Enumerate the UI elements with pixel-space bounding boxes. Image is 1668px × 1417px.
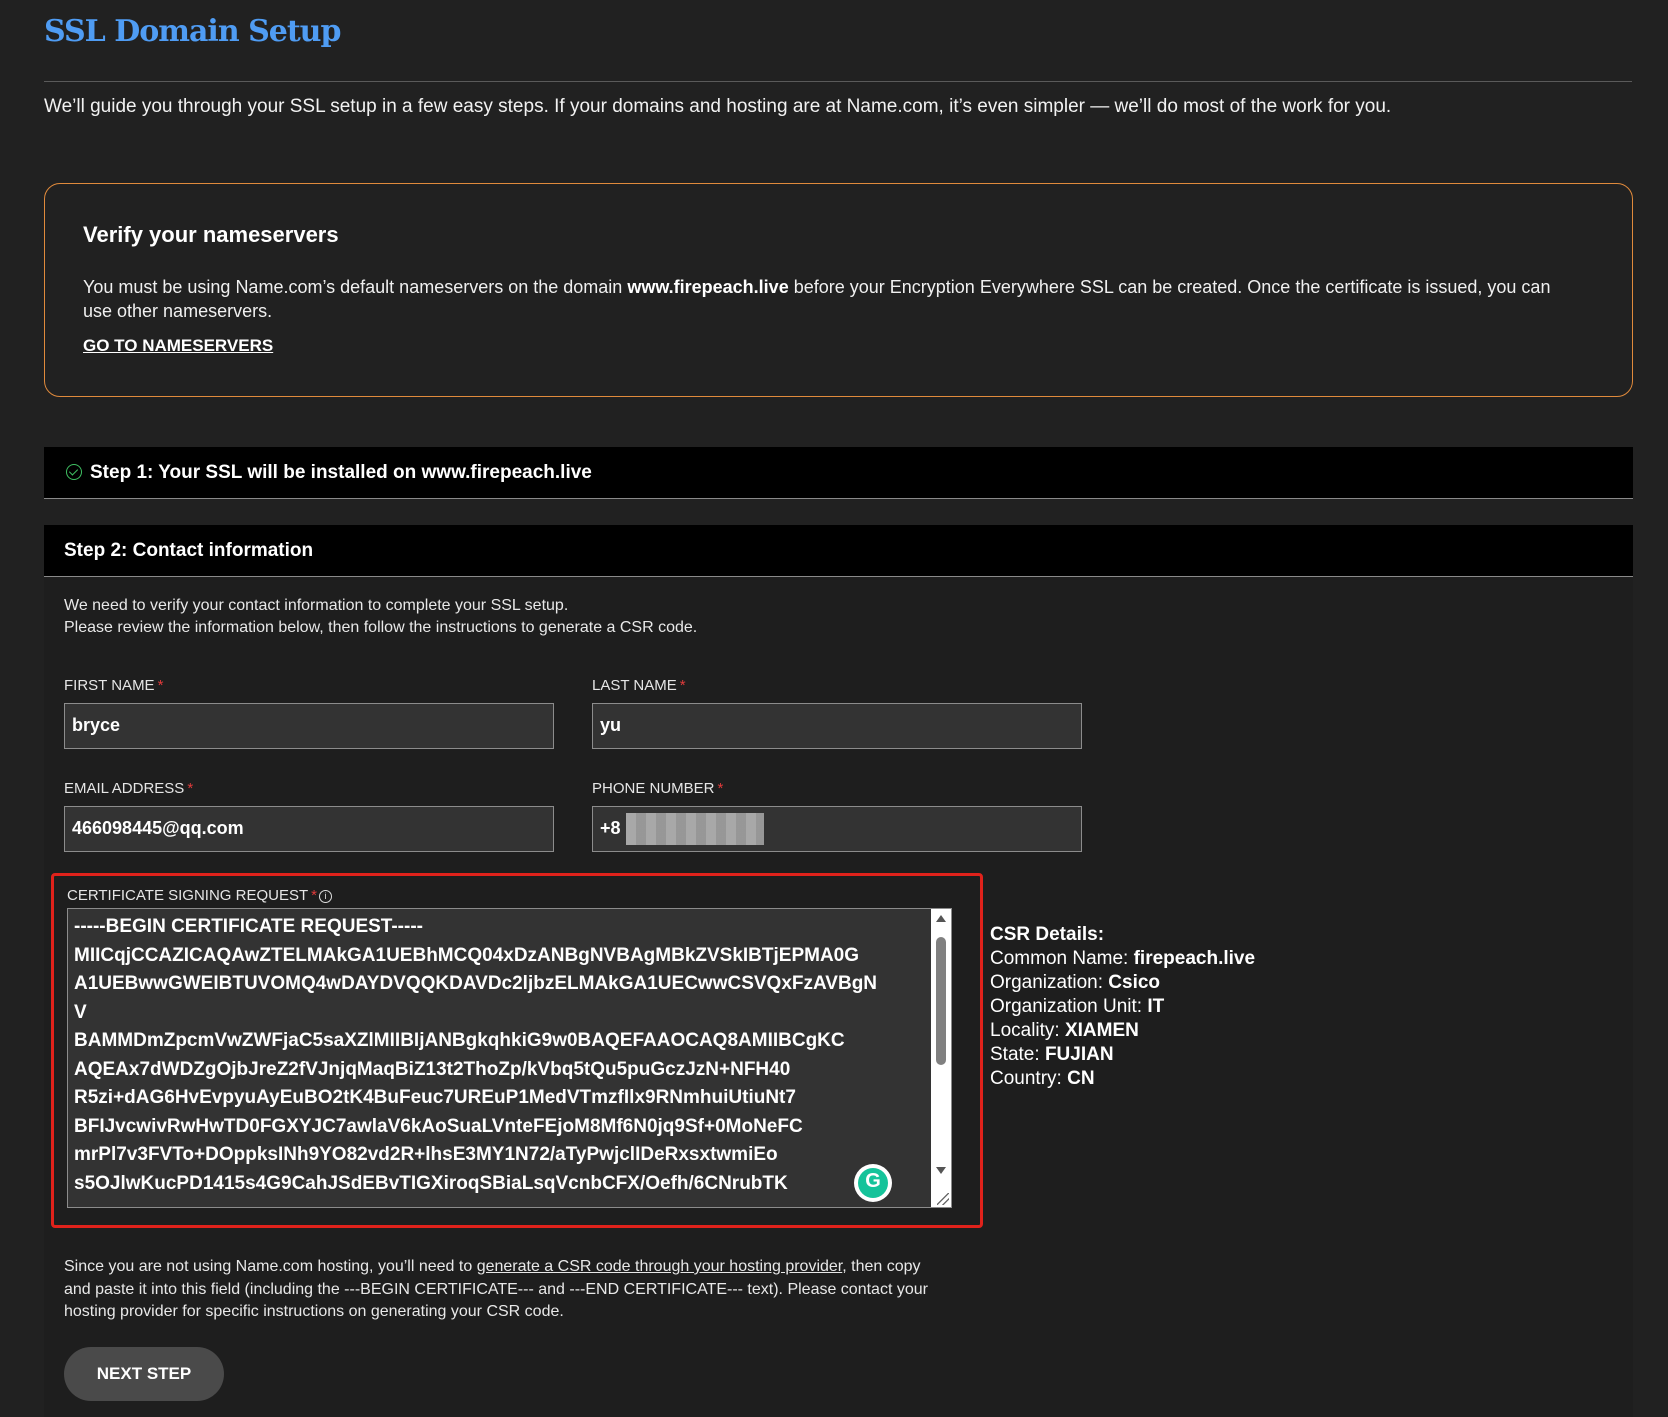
- go-to-nameservers-link[interactable]: GO TO NAMESERVERS: [83, 336, 273, 356]
- required-mark: *: [679, 677, 686, 694]
- nameserver-title: Verify your nameservers: [83, 222, 339, 247]
- intro-text: We’ll guide you through your SSL setup i…: [44, 96, 1392, 117]
- last-name-label-text: LAST NAME: [592, 677, 677, 694]
- csr-locality: Locality: XIAMEN: [990, 1019, 1255, 1043]
- csr-state-label: State:: [990, 1044, 1040, 1065]
- next-step-button[interactable]: NEXT STEP: [64, 1347, 224, 1401]
- nameserver-notice: Verify your nameservers You must be usin…: [44, 183, 1633, 397]
- csr-help-text: Since you are not using Name.com hosting…: [64, 1256, 944, 1324]
- csr-organization-unit-value: IT: [1147, 996, 1165, 1017]
- step1-header[interactable]: Step 1: Your SSL will be installed on ww…: [44, 447, 1633, 499]
- csr-details-heading: CSR Details:: [990, 924, 1105, 945]
- email-label: EMAIL ADDRESS *: [64, 780, 193, 797]
- csr-organization-unit-label: Organization Unit:: [990, 996, 1143, 1017]
- step2-description: We need to verify your contact informati…: [64, 595, 697, 639]
- required-mark: *: [157, 677, 164, 694]
- first-name-input[interactable]: bryce: [64, 703, 554, 749]
- csr-help-before: Since you are not using Name.com hosting…: [64, 1258, 477, 1275]
- step2-panel: Step 2: Contact information We need to v…: [44, 525, 1633, 1417]
- csr-common-name-value: firepeach.live: [1133, 948, 1256, 969]
- nameserver-domain: www.firepeach.live: [627, 277, 789, 297]
- scroll-down-arrow-icon[interactable]: [936, 1167, 946, 1174]
- nameserver-text-before: You must be using Name.com’s default nam…: [83, 277, 628, 297]
- grammarly-icon[interactable]: G: [854, 1164, 892, 1202]
- csr-scrollbar[interactable]: [931, 909, 951, 1207]
- email-input[interactable]: 466098445@qq.com: [64, 806, 554, 852]
- csr-text: -----BEGIN CERTIFICATE REQUEST----- MIIC…: [74, 916, 878, 1194]
- step1-label: Step 1: Your SSL will be installed on ww…: [90, 462, 592, 483]
- scroll-thumb[interactable]: [936, 937, 946, 1065]
- csr-country-label: Country:: [990, 1068, 1062, 1089]
- nameserver-text: You must be using Name.com’s default nam…: [83, 275, 1563, 323]
- grammarly-glyph: G: [865, 1170, 881, 1192]
- csr-locality-value: XIAMEN: [1064, 1020, 1139, 1041]
- required-mark: *: [311, 887, 317, 904]
- scroll-up-arrow-icon[interactable]: [936, 915, 946, 922]
- csr-common-name: Common Name: firepeach.live: [990, 947, 1255, 971]
- csr-state: State: FUJIAN: [990, 1043, 1255, 1067]
- check-circle-icon: [66, 464, 82, 480]
- generate-csr-link[interactable]: generate a CSR code through your hosting…: [477, 1258, 843, 1275]
- step2-header: Step 2: Contact information: [44, 525, 1633, 577]
- csr-textarea[interactable]: -----BEGIN CERTIFICATE REQUEST----- MIIC…: [67, 908, 952, 1208]
- first-name-label: FIRST NAME *: [64, 677, 163, 694]
- csr-organization: Organization: Csico: [990, 971, 1255, 995]
- csr-country-value: CN: [1067, 1068, 1095, 1089]
- csr-country: Country: CN: [990, 1067, 1255, 1091]
- csr-state-value: FUJIAN: [1044, 1044, 1114, 1065]
- last-name-input[interactable]: yu: [592, 703, 1082, 749]
- csr-details: CSR Details: Common Name: firepeach.live…: [990, 923, 1255, 1091]
- csr-locality-label: Locality:: [990, 1020, 1060, 1041]
- phone-input[interactable]: +8: [592, 806, 1082, 852]
- redacted-phone: [626, 813, 764, 845]
- csr-organization-label: Organization:: [990, 972, 1104, 993]
- step2-desc-line1: We need to verify your contact informati…: [64, 597, 569, 614]
- last-name-label: LAST NAME *: [592, 677, 686, 694]
- phone-value: +8: [600, 818, 621, 838]
- first-name-label-text: FIRST NAME: [64, 677, 155, 694]
- phone-label-text: PHONE NUMBER: [592, 780, 715, 797]
- title-divider: [44, 81, 1632, 82]
- csr-organization-unit: Organization Unit: IT: [990, 995, 1255, 1019]
- required-mark: *: [717, 780, 724, 797]
- page-title: SSL Domain Setup: [44, 14, 341, 49]
- csr-label: CERTIFICATE SIGNING REQUEST * i: [67, 887, 332, 904]
- step2-label: Step 2: Contact information: [64, 540, 314, 561]
- phone-label: PHONE NUMBER *: [592, 780, 723, 797]
- step2-desc-line2: Please review the information below, the…: [64, 619, 698, 636]
- csr-organization-value: Csico: [1108, 972, 1161, 993]
- csr-label-text: CERTIFICATE SIGNING REQUEST: [67, 887, 309, 904]
- email-label-text: EMAIL ADDRESS: [64, 780, 185, 797]
- resize-grip-icon[interactable]: [937, 1193, 949, 1205]
- csr-highlight-frame: CERTIFICATE SIGNING REQUEST * i -----BEGIN…: [51, 873, 983, 1228]
- info-icon[interactable]: i: [318, 890, 332, 903]
- required-mark: *: [187, 780, 194, 797]
- csr-common-name-label: Common Name:: [990, 948, 1129, 969]
